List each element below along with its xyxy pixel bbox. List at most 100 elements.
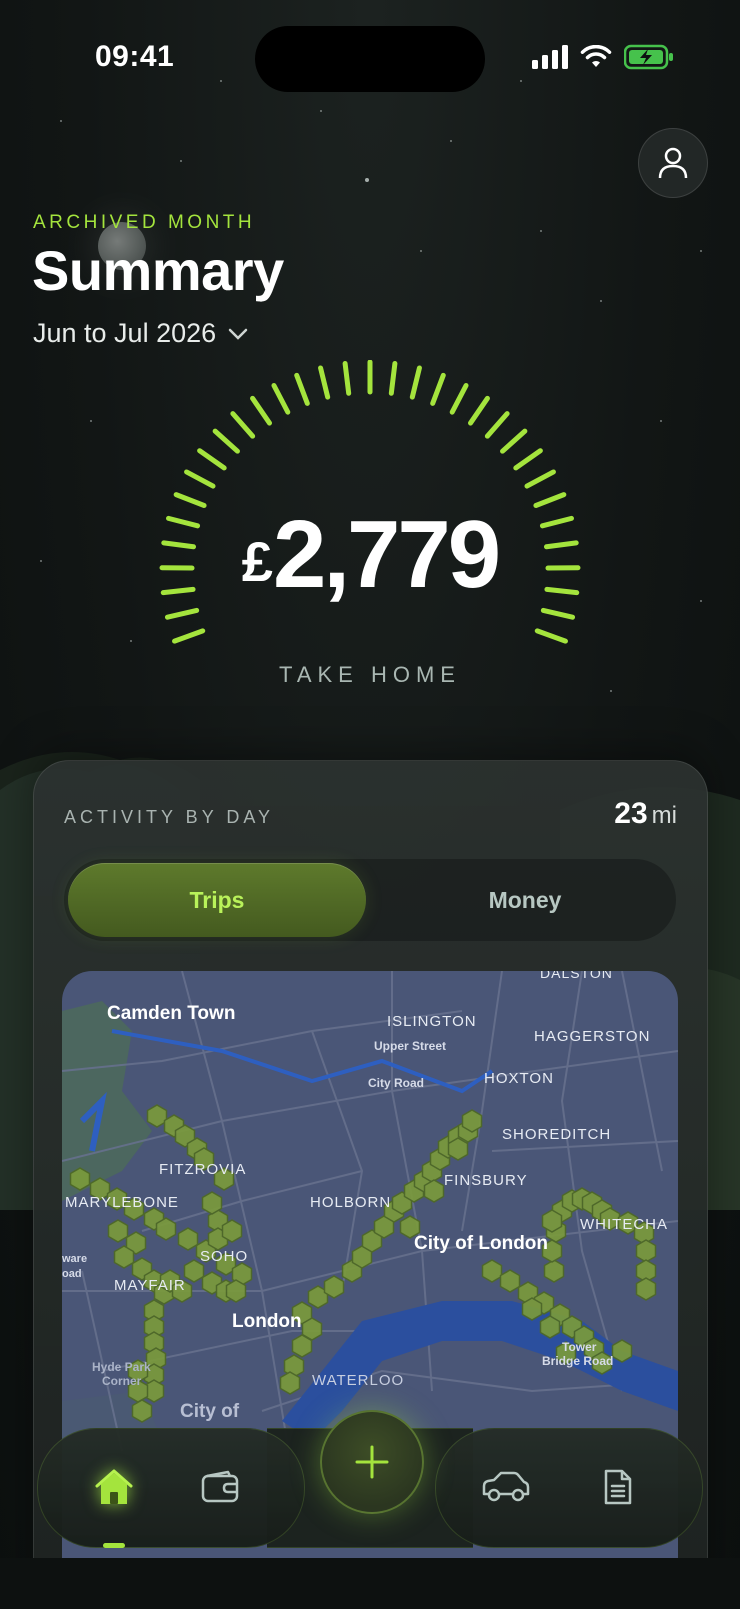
tab-trips[interactable]: Trips [68, 863, 366, 937]
activity-hex [499, 1269, 521, 1293]
document-icon [604, 1469, 632, 1505]
activity-hex [177, 1227, 199, 1251]
status-icons [532, 44, 674, 70]
activity-hex [611, 1339, 633, 1363]
home-icon [95, 1469, 133, 1504]
gauge-tick [212, 428, 240, 454]
gauge-tick [318, 365, 331, 400]
activity-hex [323, 1275, 345, 1299]
activity-hex [635, 1239, 657, 1263]
gauge-tick [449, 383, 469, 415]
gauge-tick [184, 469, 216, 489]
period-selector[interactable]: Jun to Jul 2026 [33, 318, 248, 349]
bottom-nav [37, 1410, 703, 1548]
map-label-holborn: HOLBORN [310, 1194, 391, 1211]
gauge-tick [430, 372, 446, 406]
map-label-soho: SOHO [200, 1248, 248, 1265]
activity-hex [225, 1279, 247, 1303]
page-title: Summary [32, 239, 284, 302]
map-label-corner: Corner [102, 1374, 142, 1388]
add-icon [355, 1445, 389, 1479]
cellular-signal-icon [532, 45, 568, 69]
map-label-road: oad [62, 1268, 82, 1280]
activity-hex [481, 1259, 503, 1283]
gauge-tick [468, 395, 490, 426]
active-tab-indicator [103, 1543, 125, 1548]
activity-hex [279, 1371, 301, 1395]
activity-hex [201, 1191, 223, 1215]
map-label-edgware: ware [62, 1253, 87, 1265]
gauge-tick [271, 383, 291, 415]
activity-title: ACTIVITY BY DAY [64, 807, 275, 827]
activity-hex [461, 1109, 483, 1133]
activity-hex [423, 1179, 445, 1203]
activity-hex [107, 1219, 129, 1243]
gauge-tick [409, 365, 422, 400]
chevron-down-icon [228, 328, 248, 340]
gauge-tick [250, 395, 272, 426]
map-label-islington: ISLINGTON [387, 1013, 477, 1030]
activity-hex [635, 1277, 657, 1301]
map-label-upper-street: Upper Street [374, 1039, 446, 1053]
gauge-tick [294, 372, 310, 406]
map-label-dalston: DALSTON [540, 971, 613, 981]
map-label-city-of-london: City of London [414, 1233, 548, 1254]
gauge-tick [540, 607, 576, 620]
nav-wallet[interactable] [192, 1459, 248, 1515]
map-label-shoreditch: SHOREDITCH [502, 1126, 611, 1143]
distance-value: 23 [614, 797, 648, 830]
gauge-tick [172, 628, 206, 644]
map-label-whitechapel: WHITECHA [580, 1216, 668, 1233]
gauge-tick [513, 448, 543, 471]
activity-hex [146, 1104, 168, 1128]
activity-hex [447, 1137, 469, 1161]
map-label-hyde-park: Hyde Park [92, 1360, 151, 1374]
wallet-icon [201, 1470, 239, 1503]
map-label-marylebone: MARYLEBONE [65, 1194, 179, 1211]
map-label-london: London [232, 1311, 302, 1332]
activity-hex [113, 1245, 135, 1269]
map-label-city-of-westminster: City of [180, 1401, 240, 1422]
currency-symbol: £ [241, 530, 273, 593]
nav-right-group [435, 1428, 703, 1548]
status-time: 09:41 [95, 40, 175, 73]
activity-hex [539, 1315, 561, 1339]
add-button[interactable] [320, 1410, 424, 1514]
map-label-camden: Camden Town [107, 1003, 235, 1024]
gauge-tick [230, 411, 256, 439]
tab-money[interactable]: Money [376, 863, 674, 937]
activity-hex [543, 1259, 565, 1283]
map-label-haggerston: HAGGERSTON [534, 1028, 650, 1045]
activity-hex [521, 1297, 543, 1321]
activity-hex [69, 1167, 91, 1191]
gauge-tick [484, 411, 510, 439]
gauge-tick [342, 360, 352, 396]
map-label-fitzrovia: FITZROVIA [159, 1161, 246, 1178]
app-screen: 09:41 ARCHIVED MONTH Summary Jun to Jul … [0, 0, 740, 1609]
nav-vehicles[interactable] [478, 1459, 534, 1515]
activity-hex [541, 1209, 563, 1233]
car-icon [482, 1471, 530, 1502]
profile-button[interactable] [638, 128, 708, 198]
amount-value: 2,779 [272, 501, 501, 608]
activity-toggle: Trips Money [64, 859, 676, 941]
activity-hex [131, 1399, 153, 1423]
activity-hex [291, 1334, 313, 1358]
nav-home[interactable] [86, 1459, 142, 1515]
gauge-tick [164, 607, 200, 620]
nav-left-group [37, 1428, 305, 1548]
gauge-tick [500, 428, 528, 454]
map-label-tower: Tower [562, 1340, 597, 1354]
nav-documents[interactable] [590, 1459, 646, 1515]
gauge-tick [524, 469, 556, 489]
activity-hex [221, 1219, 243, 1243]
archived-label: ARCHIVED MONTH [33, 212, 256, 233]
map-label-bridge-road: Bridge Road [542, 1354, 613, 1368]
take-home-amount: £2,779 [0, 500, 740, 610]
activity-hex [155, 1217, 177, 1241]
battery-charging-icon [624, 44, 673, 70]
user-icon [658, 147, 688, 179]
map-label-hoxton: HOXTON [484, 1070, 554, 1087]
gauge-tick [534, 628, 568, 644]
map-label-city-road: City Road [368, 1076, 424, 1090]
